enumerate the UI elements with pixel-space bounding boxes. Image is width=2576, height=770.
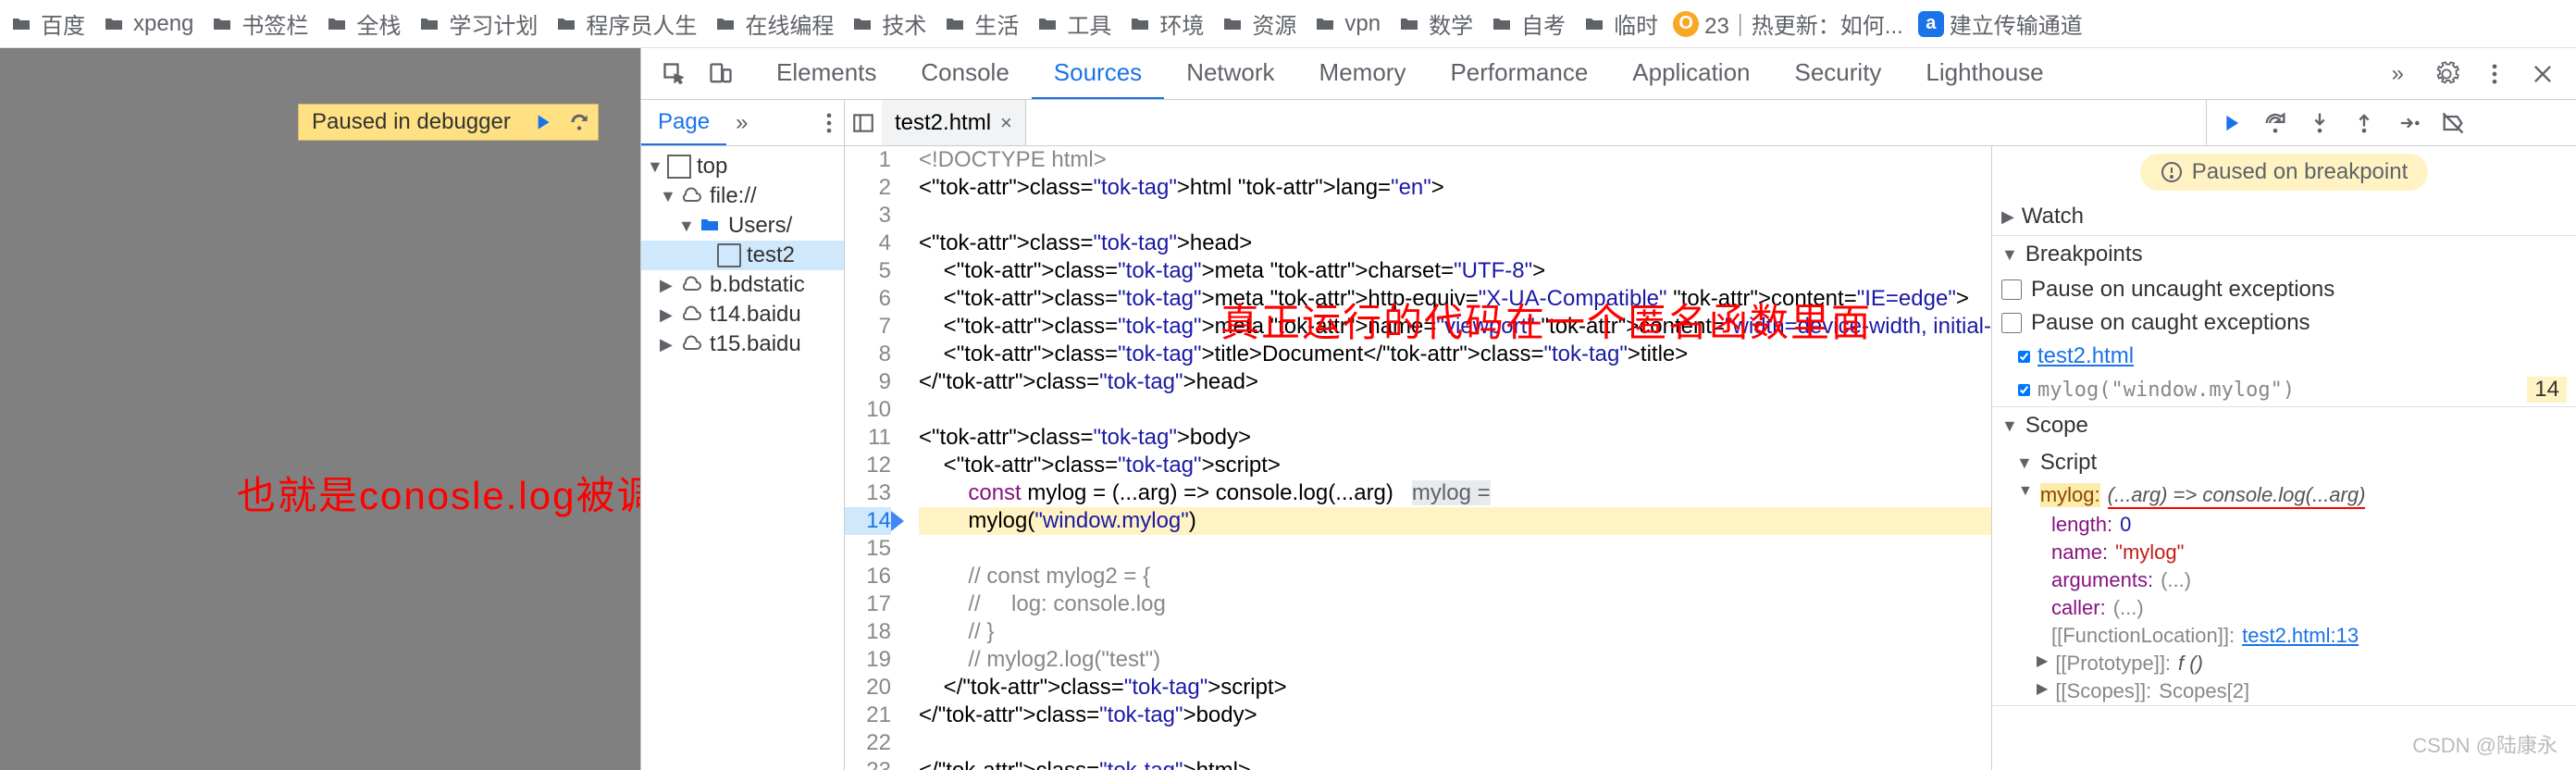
more-subtabs-icon[interactable]: » [726, 110, 757, 136]
bookmark-item-16[interactable]: O23｜热更新：如何... [1673, 7, 1903, 40]
file-tab-label: test2.html [895, 110, 991, 136]
pause-uncaught-checkbox-row[interactable]: Pause on uncaught exceptions [1992, 273, 2576, 306]
more-tabs-icon[interactable]: » [2383, 61, 2413, 87]
bookmark-item-1[interactable]: xpeng [100, 11, 193, 37]
debugger-toolbar [2206, 100, 2576, 145]
settings-gear-icon[interactable] [2432, 59, 2461, 89]
resume-script-button[interactable] [524, 104, 561, 141]
paused-on-breakpoint-badge: Paused on breakpoint [2140, 154, 2429, 191]
kebab-menu-icon[interactable] [2480, 59, 2509, 89]
debugger-paused-banner: Paused in debugger [298, 104, 599, 141]
breakpoint-enabled-checkbox[interactable] [2018, 351, 2030, 363]
file-tab-test2[interactable]: test2.html × [882, 100, 1026, 145]
bookmark-item-17[interactable]: a建立传输通道 [1918, 7, 2083, 40]
devtools-tab-elements[interactable]: Elements [754, 48, 898, 99]
scope-script-header[interactable]: ▼Script [1992, 444, 2576, 481]
breakpoint-line-checkbox[interactable] [2018, 384, 2030, 396]
toggle-navigator-icon[interactable] [845, 111, 882, 135]
scope-mylog-row[interactable]: ▼mylog: (...arg) => console.log(...arg) [1992, 481, 2576, 511]
close-file-tab-icon[interactable]: × [1000, 111, 1012, 135]
debugger-side-panel: Paused on breakpoint ▶Watch ▼Breakpoints… [1991, 146, 2576, 770]
devtools-tab-security[interactable]: Security [1773, 48, 1904, 99]
nav-file-scheme[interactable]: ▼file:// [641, 181, 844, 211]
bookmark-item-5[interactable]: 程序员人生 [552, 7, 697, 40]
scope-funcloc-row[interactable]: [[FunctionLocation]]: test2.html:13 [1992, 622, 2576, 650]
scope-length-row: length: 0 [1992, 511, 2576, 539]
scope-prototype-row[interactable]: ▶[[Prototype]]: f () [1992, 650, 2576, 677]
bookmark-item-2[interactable]: 书签栏 [208, 7, 308, 40]
devtools-tab-memory[interactable]: Memory [1297, 48, 1429, 99]
scope-name-row: name: "mylog" [1992, 539, 2576, 566]
page-subtab[interactable]: Page [641, 100, 726, 145]
sources-toolbar-row: Page » test2.html × [641, 100, 2576, 146]
scope-scopes-row[interactable]: ▶[[Scopes]]: Scopes[2] [1992, 677, 2576, 705]
scope-caller-row[interactable]: caller: (...) [1992, 594, 2576, 622]
bookmark-item-7[interactable]: 技术 [848, 7, 926, 40]
scope-arguments-row[interactable]: arguments: (...) [1992, 566, 2576, 594]
devtools-tab-console[interactable]: Console [898, 48, 1031, 99]
devtools-tab-lighthouse[interactable]: Lighthouse [1903, 48, 2065, 99]
step-icon[interactable] [2396, 110, 2421, 136]
bookmark-item-6[interactable]: 在线编程 [712, 7, 834, 40]
breakpoint-file-row[interactable]: test2.html [1992, 340, 2576, 373]
devtools-header: ElementsConsoleSourcesNetworkMemoryPerfo… [641, 48, 2576, 100]
annotation-overlay-3: 真正运行的代码在一个匿名函数里面 [1220, 309, 1872, 337]
nav-t14-baidu[interactable]: ▶t14.baidu [641, 300, 844, 329]
page-viewport: Paused in debugger 也就是conosle.log被调用的位置，… [0, 48, 640, 770]
bookmark-item-10[interactable]: 环境 [1126, 7, 1204, 40]
toggle-device-icon[interactable] [706, 59, 736, 89]
debugger-paused-text: Paused in debugger [299, 109, 524, 135]
nav-top[interactable]: ▼top [641, 152, 844, 181]
deactivate-breakpoints-icon[interactable] [2440, 110, 2466, 136]
code-editor[interactable]: 1234567891011121314151617181920212223 <!… [845, 146, 1991, 770]
devtools-tab-application[interactable]: Application [1610, 48, 1772, 99]
devtools-tab-sources[interactable]: Sources [1032, 48, 1164, 99]
breakpoint-line-row[interactable]: mylog("window.mylog") 14 [1992, 373, 2576, 406]
bookmark-item-4[interactable]: 学习计划 [415, 7, 538, 40]
step-out-icon[interactable] [2351, 110, 2377, 136]
bookmark-item-9[interactable]: 工具 [1034, 7, 1111, 40]
nav-bdstatic[interactable]: ▶b.bdstatic [641, 270, 844, 300]
bookmark-item-15[interactable]: 临时 [1580, 7, 1658, 40]
csdn-watermark: CSDN @陆康永 [2412, 729, 2557, 759]
sources-content: ▼top ▼file:// ▼Users/ test2 ▶b.bdstatic … [641, 146, 2576, 770]
bookmarks-bar: 百度 xpeng 书签栏全栈学习计划程序员人生在线编程技术生活工具环境资源 vpn 数学… [0, 0, 2576, 48]
step-into-icon[interactable] [2307, 110, 2333, 136]
bookmark-item-0[interactable]: 百度 [7, 7, 85, 40]
subtab-kebab-icon[interactable] [814, 108, 844, 138]
devtools-tab-performance[interactable]: Performance [1428, 48, 1610, 99]
close-devtools-icon[interactable] [2528, 59, 2557, 89]
step-over-icon[interactable] [2262, 110, 2288, 136]
pause-uncaught-checkbox[interactable] [2001, 279, 2022, 300]
pause-caught-checkbox-row[interactable]: Pause on caught exceptions [1992, 306, 2576, 340]
devtools-tab-network[interactable]: Network [1164, 48, 1296, 99]
pause-caught-checkbox[interactable] [2001, 313, 2022, 333]
inspect-element-icon[interactable] [660, 59, 689, 89]
scope-section-header[interactable]: ▼Scope [1992, 407, 2576, 444]
breakpoint-line-number: 14 [2527, 377, 2567, 403]
bookmark-item-14[interactable]: 自考 [1488, 7, 1566, 40]
nav-users-folder[interactable]: ▼Users/ [641, 211, 844, 241]
breakpoints-section-header[interactable]: ▼Breakpoints [1992, 236, 2576, 273]
main-content-row: Paused in debugger 也就是conosle.log被调用的位置，… [0, 48, 2576, 770]
bookmark-item-3[interactable]: 全栈 [323, 7, 401, 40]
nav-test2-file[interactable]: test2 [641, 241, 844, 270]
nav-t15-baidu[interactable]: ▶t15.baidu [641, 329, 844, 359]
bookmark-item-11[interactable]: 资源 [1219, 7, 1296, 40]
bookmark-item-12[interactable]: vpn [1311, 11, 1381, 37]
watch-section-header[interactable]: ▶Watch [1992, 198, 2576, 235]
file-navigator: ▼top ▼file:// ▼Users/ test2 ▶b.bdstatic … [641, 146, 845, 770]
resume-button[interactable] [2218, 110, 2244, 136]
bookmark-item-8[interactable]: 生活 [941, 7, 1019, 40]
bookmark-item-13[interactable]: 数学 [1395, 7, 1473, 40]
devtools-panel: ElementsConsoleSourcesNetworkMemoryPerfo… [640, 48, 2576, 770]
step-over-button[interactable] [561, 104, 598, 141]
